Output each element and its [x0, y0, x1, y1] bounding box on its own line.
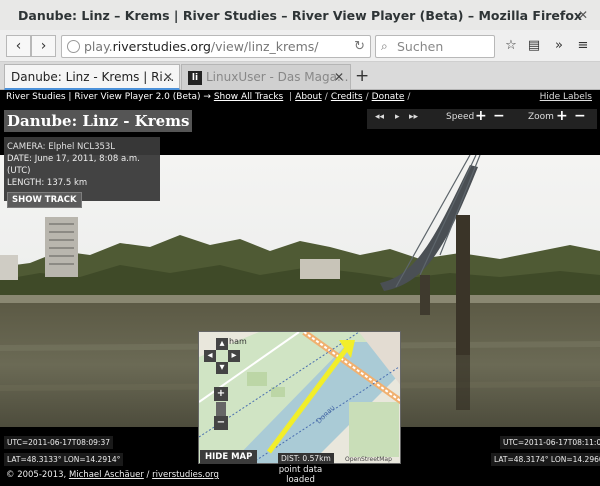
pan-left-icon[interactable]: ◂: [204, 350, 216, 362]
speed-label: Speed: [446, 112, 475, 122]
pan-down-icon[interactable]: ▾: [216, 362, 228, 374]
page-footer: © 2005-2013, Michael Aschäuer / riverstu…: [6, 470, 219, 480]
tab-danube[interactable]: Danube: Linz - Krems | Ri... ✕: [4, 64, 180, 90]
map-zoom-out-button[interactable]: −: [214, 416, 228, 430]
top-navigation: River Studies | River View Player 2.0 (B…: [6, 92, 411, 102]
brand-label: River Studies | River View Player 2.0 (B…: [6, 92, 201, 102]
length-label: LENGTH:: [7, 178, 45, 188]
bookmark-star-icon[interactable]: ☆: [503, 38, 519, 53]
tab-label: LinuxUser - Das Maga...: [206, 70, 349, 84]
player-page: River Studies | River View Player 2.0 (B…: [0, 90, 600, 486]
window-titlebar: Danube: Linz – Krems | River Studies – R…: [0, 0, 600, 30]
reload-icon[interactable]: ↻: [354, 36, 365, 57]
length-value: 137.5 km: [46, 178, 88, 188]
pan-up-icon[interactable]: ▴: [216, 338, 228, 350]
left-coords-readout: LAT=48.3133° LON=14.2914°: [4, 453, 124, 466]
reading-list-icon[interactable]: ▤: [526, 38, 542, 53]
back-button[interactable]: ‹: [6, 35, 31, 57]
arrow-icon: →: [203, 92, 211, 102]
credits-link[interactable]: Credits: [331, 92, 363, 102]
window-title: Danube: Linz – Krems | River Studies – R…: [18, 7, 582, 23]
map-zoom-in-button[interactable]: +: [214, 387, 228, 401]
search-input[interactable]: ⌕ Suchen: [375, 35, 495, 58]
map-attribution: OpenStreetMap: [345, 456, 392, 463]
new-tab-icon[interactable]: +: [355, 66, 369, 86]
zoom-label: Zoom: [528, 112, 554, 122]
speed-increase-button[interactable]: +: [475, 108, 487, 124]
hide-map-button[interactable]: HIDE MAP: [200, 450, 258, 464]
camera-value: Elphel NCL353L: [48, 142, 116, 152]
pan-right-icon[interactable]: ▸: [228, 350, 240, 362]
speed-decrease-button[interactable]: −: [493, 108, 505, 124]
camera-label: CAMERA:: [7, 142, 46, 152]
distance-readout: DIST: 0.57km: [278, 453, 334, 464]
zoom-in-button[interactable]: +: [556, 108, 568, 124]
close-tab-icon[interactable]: ✕: [334, 65, 344, 89]
donate-link[interactable]: Donate: [372, 92, 405, 102]
navigation-toolbar: ‹ › play.riverstudies.org/view/linz_krem…: [0, 30, 600, 62]
right-coords-readout: LAT=48.3174° LON=14.2960°: [491, 453, 600, 466]
play-icon[interactable]: ▸: [395, 112, 400, 122]
route-map[interactable]: Donau ham ▴ ◂ ▸ ▾ + −: [198, 331, 401, 464]
fast-forward-icon[interactable]: ▸▸: [409, 112, 418, 122]
overflow-chevron-icon[interactable]: »: [551, 38, 567, 53]
close-window-icon[interactable]: ✕: [576, 8, 590, 22]
hide-labels-link[interactable]: Hide Labels: [540, 92, 592, 102]
url-domain: riverstudies.org: [112, 39, 211, 54]
show-all-tracks-link[interactable]: Show All Tracks: [214, 92, 283, 102]
author-link[interactable]: Michael Aschäuer: [69, 470, 144, 480]
tab-strip: Danube: Linz - Krems | Ri... ✕ li LinuxUs…: [0, 62, 600, 90]
url-bar[interactable]: play.riverstudies.org/view/linz_krems/ ↻: [61, 35, 371, 58]
linuxuser-favicon-icon: li: [188, 70, 202, 85]
tab-linuxuser[interactable]: li LinuxUser - Das Maga... ✕: [181, 64, 351, 90]
url-prefix: play.: [84, 39, 113, 54]
globe-icon: [67, 40, 80, 53]
load-status: point data loaded: [278, 465, 323, 485]
left-utc-readout: UTC=2011-06-17T08:09:37: [4, 436, 114, 449]
url-path: /view/linz_krems/: [210, 39, 319, 54]
about-link[interactable]: About: [295, 92, 322, 102]
right-utc-readout: UTC=2011-06-17T08:11:04: [500, 436, 600, 449]
zoom-out-button[interactable]: −: [574, 108, 586, 124]
search-icon: ⌕: [381, 39, 388, 53]
site-link[interactable]: riverstudies.org: [152, 470, 219, 480]
show-track-button[interactable]: SHOW TRACK: [7, 192, 82, 208]
forward-button[interactable]: ›: [31, 35, 56, 57]
camera-info-panel: CAMERA: Elphel NCL353L DATE: June 17, 20…: [4, 137, 160, 208]
rewind-icon[interactable]: ◂◂: [375, 112, 384, 122]
page-title: Danube: Linz - Krems: [4, 110, 193, 132]
date-label: DATE:: [7, 154, 32, 164]
close-tab-icon[interactable]: ✕: [163, 65, 173, 88]
copyright-text: © 2005-2013,: [6, 470, 69, 480]
tab-label: Danube: Linz - Krems | Ri...: [11, 70, 175, 84]
hamburger-menu-icon[interactable]: ≡: [575, 38, 591, 53]
search-placeholder: Suchen: [397, 39, 444, 54]
place-label: ham: [229, 337, 247, 346]
playback-controls: ◂◂ ▸ ▸▸ Speed + − Zoom + −: [367, 108, 597, 129]
